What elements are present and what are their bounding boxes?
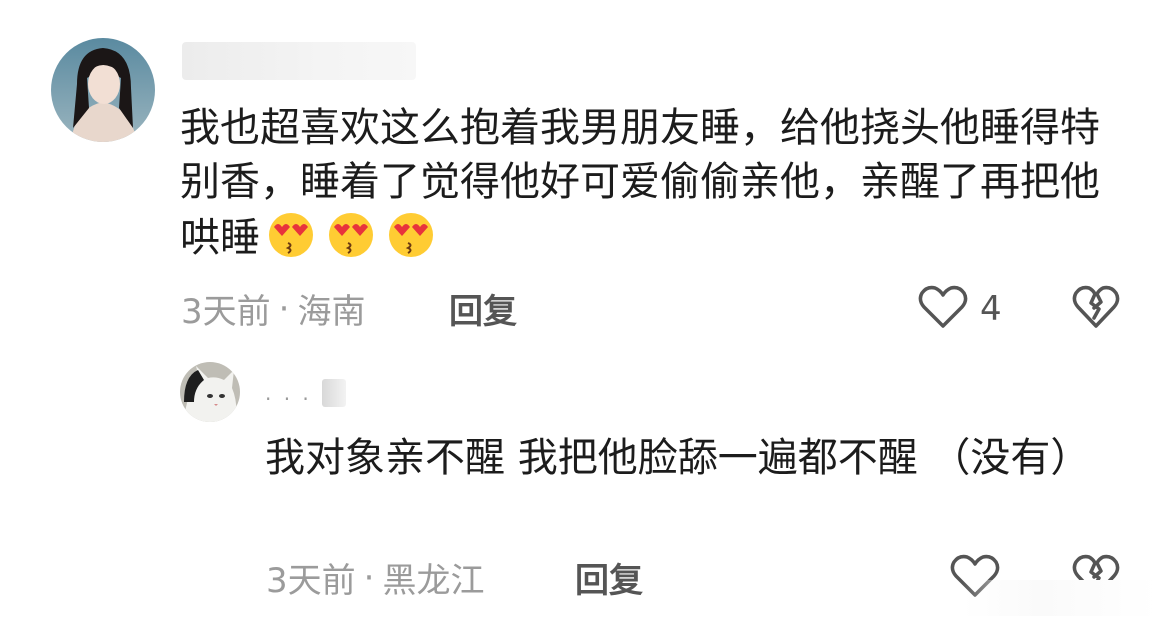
heart-eyes-kiss-emoji bbox=[324, 209, 378, 259]
comment-meta: 3天前 · 海南 bbox=[181, 284, 365, 333]
reply-time: 3天前 bbox=[266, 561, 356, 601]
like-button[interactable]: 4 bbox=[918, 284, 1002, 334]
heart-eyes-kiss-emoji bbox=[384, 209, 438, 259]
comment-text: 我也超喜欢这么抱着我男朋友睡，给他挠头他睡得特别香，睡着了觉得他好可爱偷偷亲他，… bbox=[180, 101, 1100, 265]
meta-separator: · bbox=[363, 557, 375, 598]
meta-separator: · bbox=[278, 288, 290, 329]
reply-button[interactable]: 回复 bbox=[449, 284, 517, 333]
emoji-group bbox=[264, 209, 438, 259]
heart-outline-icon bbox=[918, 284, 968, 334]
reply-meta: 3天前 · 黑龙江 bbox=[266, 553, 484, 602]
reply-button[interactable]: 回复 bbox=[575, 553, 643, 602]
avatar[interactable] bbox=[51, 38, 155, 142]
reply-location: 黑龙江 bbox=[382, 561, 485, 601]
watermark-fade bbox=[962, 580, 1158, 616]
username-blurred[interactable] bbox=[182, 42, 416, 80]
dislike-button[interactable] bbox=[1072, 284, 1120, 334]
comment-time: 3天前 bbox=[181, 292, 271, 332]
username-blurred bbox=[321, 379, 346, 407]
like-count: 4 bbox=[980, 289, 1002, 329]
heart-eyes-kiss-emoji bbox=[264, 209, 318, 259]
broken-heart-icon bbox=[1072, 284, 1120, 334]
username-text: . . . bbox=[265, 381, 312, 405]
reply-username[interactable]: . . . bbox=[265, 378, 346, 408]
reply-text: 我对象亲不醒 我把他脸舔一遍都不醒 （没有） bbox=[265, 435, 1091, 481]
comment-location: 海南 bbox=[297, 292, 366, 332]
avatar[interactable] bbox=[180, 362, 240, 422]
